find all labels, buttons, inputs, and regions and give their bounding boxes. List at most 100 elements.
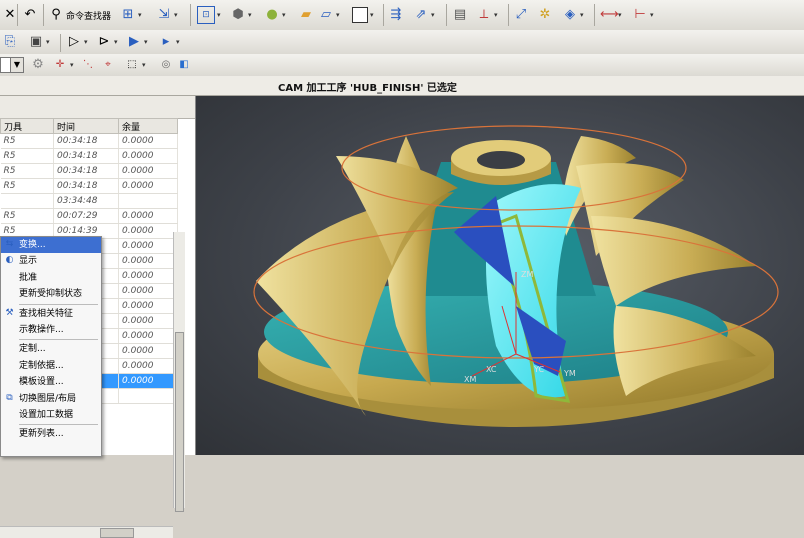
create-program-icon[interactable]: ⎘ [2,34,18,50]
column-header-stock[interactable]: 余量 [118,118,178,134]
solid-cube-icon[interactable]: ◧ [176,57,192,73]
ruler-icon[interactable]: ⊢ ▾ [632,7,653,23]
measure-icon[interactable]: ⤢ [513,7,529,23]
create-operation-icon[interactable]: ▷ ▾ [66,34,88,50]
undo-icon[interactable]: ↶ [22,7,38,23]
menu-item-label: 更新列表... [19,429,64,440]
snap-point-icon[interactable]: ✛ ▾ [52,57,74,73]
table-row[interactable]: 03:34:48 [0,193,178,209]
workpiece-icon[interactable]: ▤ [452,7,468,23]
snap-icon[interactable]: ⇲ ▾ [156,7,178,23]
analysis-icon[interactable]: ✲ [537,7,553,23]
menu-item[interactable]: 定制... [1,341,101,357]
horizontal-scrollbar[interactable] [0,526,173,538]
menu-item-label: 更新受抑制状态 [19,289,83,300]
axis-label-zm: ZM [521,270,533,279]
fit-view-icon[interactable]: ⊡ ▾ [197,6,221,24]
cell-tool: R5 [0,178,54,194]
table-row[interactable]: R5 00:34:18 0.0000 [0,163,178,179]
menu-separator [19,339,98,341]
menu-item[interactable]: 设置加工数据 [1,407,101,423]
cell-stock: 0.0000 [118,313,178,329]
table-row[interactable]: R5 00:34:18 0.0000 [0,133,178,149]
view-cube-icon[interactable]: ◎ [158,57,174,73]
navigator-header [0,96,195,119]
find-feature-icon: ⚒ [5,307,14,318]
cell-stock: 0.0000 [118,328,178,344]
command-finder-label: 命令查找器 [66,11,112,22]
status-message: CAM 加工工序 'HUB_FINISH' 已选定 [278,83,457,94]
axis-label-ym: YM [563,369,576,378]
menu-item-label: 变换... [19,240,46,250]
menu-item-label: 定制... [19,344,46,355]
box-select-icon[interactable]: ⬚ ▾ [124,57,145,73]
render-style-icon[interactable]: ⬢ ▾ [230,7,251,23]
scroll-thumb[interactable] [175,332,184,512]
column-header-time[interactable]: 时间 [53,118,119,134]
dimension-icon[interactable]: ⟷ ▾ [600,7,622,23]
cell-stock [118,193,178,209]
layer-icon: ⧉ [6,392,13,403]
verify-toolpath-icon[interactable]: ⇗ ▾ [413,7,435,23]
create-geometry-icon[interactable]: ⊳ ▾ [96,34,118,50]
layer-icon[interactable]: ▰ [298,7,314,23]
create-method-icon[interactable]: ▶ ▾ [126,34,148,50]
menu-item[interactable]: 示教操作... [1,322,101,338]
cell-time: 00:34:18 [53,148,119,164]
menu-item-label: 显示 [19,256,38,267]
cell-tool: R5 [0,148,54,164]
wcs-icon[interactable]: ⟂ ▾ [476,7,498,23]
menu-item[interactable]: 模板设置... [1,374,101,390]
cell-stock: 0.0000 [118,268,178,284]
cell-stock: 0.0000 [118,223,178,239]
shaded-sphere-icon[interactable]: ● ▾ [264,7,285,23]
table-row[interactable]: R5 00:34:18 0.0000 [0,178,178,194]
cell-stock: 0.0000 [118,358,178,374]
graphics-viewport[interactable]: ZM XC XM YC YM [196,96,804,455]
show-hide-icon[interactable]: ▱ ▾ [318,7,340,23]
menu-item[interactable]: 定制依据... [1,358,101,374]
background-color-icon[interactable]: ▾ [352,7,374,23]
hub-bore [477,151,525,169]
cell-stock: 0.0000 [118,283,178,299]
menu-item[interactable]: 更新列表... [1,426,101,442]
arc-center-icon[interactable]: ⌖ [100,57,116,73]
table-row[interactable]: R5 00:34:18 0.0000 [0,148,178,164]
menu-item[interactable]: ⧉ 切换图层/布局 [1,391,101,407]
status-bar: CAM 加工工序 'HUB_FINISH' 已选定 [0,76,804,96]
menu-item[interactable]: 批准 [1,270,101,286]
cell-stock: 0.0000 [118,253,178,269]
section-icon[interactable]: ◈ ▾ [562,7,584,23]
selection-filter-icon[interactable]: ⊞ ▾ [120,7,142,23]
end-point-icon[interactable]: ⋱ [80,57,96,73]
menu-item-label: 定制依据... [19,360,64,371]
menu-item[interactable]: ⇆ 变换... [1,237,101,254]
filter-toolbar: ▼ ⚙ ✛ ▾ ⋱ ⌖ ⬚ ▾ ◎ ◧ [0,54,804,77]
cell-stock: 0.0000 [118,163,178,179]
menu-item[interactable]: 更新受抑制状态 [1,286,101,302]
post-process-icon[interactable]: ▸ ▾ [158,34,180,50]
menu-separator [19,303,98,305]
axis-label-xm: XM [464,375,476,384]
cell-stock: 0.0000 [118,343,178,359]
command-finder-button[interactable]: ⚲ 命令查找器 [48,7,111,23]
create-tool-icon[interactable]: ▣ ▾ [28,34,50,50]
cell-stock: 0.0000 [118,208,178,224]
type-filter-dropdown[interactable]: ▼ [0,57,24,73]
menu-item[interactable]: ⚒ 查找相关特征 [1,306,101,322]
menu-item-label: 设置加工数据 [19,409,74,420]
table-row[interactable]: R5 00:07:29 0.0000 [0,208,178,224]
menu-item-label: 切换图层/布局 [19,393,77,404]
cell-time: 00:07:29 [53,208,119,224]
settings-gear-icon[interactable]: ⚙ [30,57,46,73]
menu-item[interactable]: ◐ 显示 [1,253,101,269]
transform-icon: ⇆ [5,239,14,249]
vertical-scrollbar[interactable] [173,232,185,512]
column-header-tool[interactable]: 刀具 [0,118,54,134]
cell-time: 00:34:18 [53,163,119,179]
cell-tool: R5 [0,133,54,149]
generate-toolpath-icon[interactable]: ⇶ [388,7,404,23]
main-toolbar: ✕ ↶ ⚲ 命令查找器 ⊞ ▾ ⇲ ▾ ⊡ ▾ ⬢ ▾ ● ▾ ▰ ▱ ▾ ▾ ⇶ ⇗ ▾ ▤… [0,0,804,31]
cell-stock: 0.0000 [118,238,178,254]
close-icon[interactable]: ✕ [2,7,18,23]
